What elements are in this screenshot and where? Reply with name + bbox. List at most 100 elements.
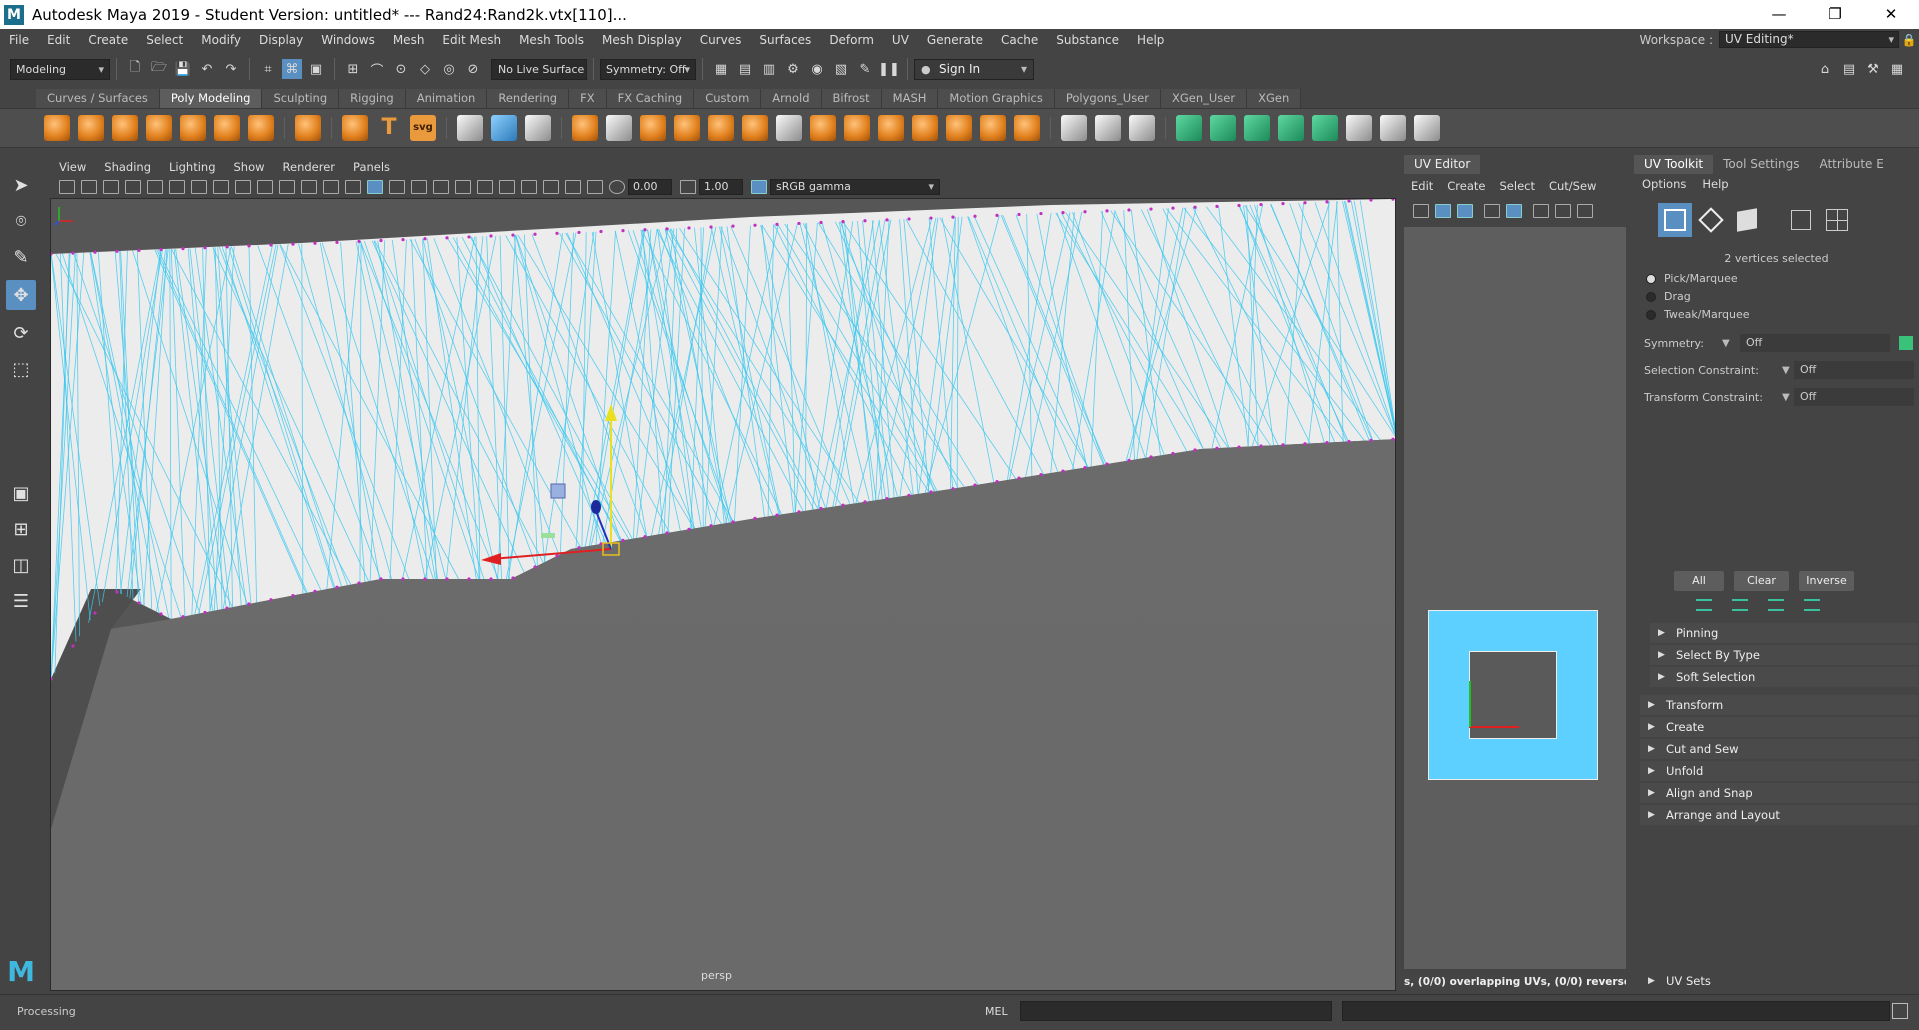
uv-image-icon[interactable] (1577, 204, 1593, 218)
quadrangulate-icon[interactable] (1014, 115, 1040, 141)
light-editor-icon[interactable]: ✎ (855, 59, 875, 79)
shelf-tab-poly-modeling[interactable]: Poly Modeling (159, 89, 263, 108)
uv-shaded-icon[interactable] (1435, 204, 1451, 218)
symmetry-grid-icon[interactable] (1899, 336, 1913, 350)
scale-tool-icon[interactable]: ⬚ (6, 354, 36, 384)
extrude-icon[interactable] (810, 115, 836, 141)
convert-to-edge-icon[interactable] (1696, 599, 1712, 611)
render-setup-icon[interactable]: ▧ (831, 59, 851, 79)
shelf-tab-sculpting[interactable]: Sculpting (262, 89, 340, 108)
smooth-shade-icon[interactable] (367, 180, 383, 194)
hypershade-icon[interactable]: ◉ (807, 59, 827, 79)
symmetry-value[interactable]: Off (1740, 334, 1890, 352)
redo-icon[interactable]: ↷ (221, 59, 241, 79)
spherical-mapping-icon[interactable] (1244, 115, 1270, 141)
fill-hole-icon[interactable] (878, 115, 904, 141)
menu-file[interactable]: File (0, 33, 38, 47)
viewport-menu-shading[interactable]: Shading (95, 160, 160, 174)
close-button[interactable]: ✕ (1863, 0, 1919, 29)
chevron-down-icon[interactable]: ▼ (1782, 365, 1790, 376)
convert-to-uv-icon[interactable] (1768, 599, 1784, 611)
section-create[interactable]: Create (1640, 717, 1918, 737)
uv-menu-create[interactable]: Create (1440, 179, 1492, 193)
triangulate-icon[interactable] (980, 115, 1006, 141)
offset-edge-loop-icon[interactable] (1129, 115, 1155, 141)
isolate-select-icon[interactable] (543, 180, 559, 194)
menu-modify[interactable]: Modify (192, 33, 250, 47)
menu-cache[interactable]: Cache (992, 33, 1047, 47)
convert-to-shell-icon[interactable] (1804, 599, 1820, 611)
section-transform[interactable]: Transform (1640, 695, 1918, 715)
section-align-and-snap[interactable]: Align and Snap (1640, 783, 1918, 803)
xray-joints-icon[interactable] (587, 180, 603, 194)
tool-settings-icon[interactable]: ⚒ (1863, 59, 1883, 79)
channel-box-icon[interactable]: ▦ (1887, 59, 1907, 79)
wireframe-on-shaded-icon[interactable] (389, 180, 405, 194)
color-management-icon[interactable] (751, 180, 767, 194)
separate-icon[interactable] (606, 115, 632, 141)
shelf-tab-arnold[interactable]: Arnold (761, 89, 822, 108)
render-view-icon[interactable]: ▦ (711, 59, 731, 79)
rotate-tool-icon[interactable]: ⟳ (6, 318, 36, 348)
render-frame-icon[interactable]: ▤ (735, 59, 755, 79)
radio-tweak-marquee[interactable]: Tweak/Marquee (1646, 308, 1750, 321)
radio-dot[interactable] (1646, 273, 1656, 284)
viewport-menu-show[interactable]: Show (225, 160, 274, 174)
smooth-icon[interactable] (640, 115, 666, 141)
boolean-icon[interactable] (674, 115, 700, 141)
uv-shell[interactable] (1428, 610, 1598, 780)
field-chart-icon[interactable] (279, 180, 295, 194)
uv-menu-cut-sew[interactable]: Cut/Sew (1542, 179, 1603, 193)
radio-pick-marquee[interactable]: Pick/Marquee (1646, 272, 1738, 285)
uv-unfold-icon[interactable] (1380, 115, 1406, 141)
poly-cylinder-icon[interactable] (112, 115, 138, 141)
two-pane-layout-icon[interactable]: ◫ (6, 550, 36, 580)
menu-surfaces[interactable]: Surfaces (750, 33, 820, 47)
command-line-input[interactable] (1020, 1001, 1332, 1021)
uv-menu-select[interactable]: Select (1493, 179, 1542, 193)
section-pinning[interactable]: Pinning (1650, 623, 1918, 643)
convert-to-face-icon[interactable] (1732, 599, 1748, 611)
minimize-button[interactable]: — (1751, 0, 1807, 29)
viewport-menu-panels[interactable]: Panels (344, 160, 399, 174)
shelf-tab-fx[interactable]: FX (569, 89, 607, 108)
safe-title-icon[interactable] (323, 180, 339, 194)
menu-display[interactable]: Display (250, 33, 312, 47)
tab-attribute-editor[interactable]: Attribute E (1809, 155, 1893, 174)
lasso-tool-icon[interactable]: ⌾ (6, 206, 36, 236)
poly-torus-icon[interactable] (180, 115, 206, 141)
platonic-solid-icon[interactable] (295, 115, 321, 141)
shelf-tab-mash[interactable]: MASH (881, 89, 939, 108)
section-unfold[interactable]: Unfold (1640, 761, 1918, 781)
vertex-mode-icon[interactable] (1658, 203, 1692, 237)
snap-view-plane-icon[interactable]: ◇ (415, 59, 435, 79)
insert-edge-loop-icon[interactable] (1095, 115, 1121, 141)
menu-mesh-display[interactable]: Mesh Display (593, 33, 691, 47)
viewport-menu-view[interactable]: View (50, 160, 95, 174)
select-object-icon[interactable]: ⌘ (282, 59, 302, 79)
menu-generate[interactable]: Generate (918, 33, 992, 47)
chevron-down-icon[interactable]: ▼ (1722, 338, 1730, 349)
open-scene-icon[interactable]: 🗁 (149, 59, 169, 79)
anti-aliasing-icon[interactable] (521, 180, 537, 194)
film-gate-icon[interactable] (213, 180, 229, 194)
gamma-icon[interactable] (680, 180, 696, 194)
planar-mapping-icon[interactable] (1176, 115, 1202, 141)
extract-icon[interactable] (708, 115, 734, 141)
shelf-tab-xgen[interactable]: XGen (1247, 89, 1302, 108)
ambient-occlusion-icon[interactable] (477, 180, 493, 194)
camera-based-mapping-icon[interactable] (1312, 115, 1338, 141)
poly-cube-icon[interactable] (78, 115, 104, 141)
camera-attributes-icon[interactable] (81, 180, 97, 194)
snap-point-icon[interactable]: ⊙ (391, 59, 411, 79)
image-plane-icon[interactable] (125, 180, 141, 194)
modeling-toolkit-icon[interactable]: ⌂ (1815, 59, 1835, 79)
ipr-render-icon[interactable]: ▥ (759, 59, 779, 79)
select-all-button[interactable]: All (1674, 571, 1724, 591)
menu-help[interactable]: Help (1128, 33, 1173, 47)
resolution-gate-icon[interactable] (235, 180, 251, 194)
poly-sphere-icon[interactable] (44, 115, 70, 141)
section-uv-sets[interactable]: UV Sets (1640, 971, 1918, 991)
uv-cut-icon[interactable] (1414, 115, 1440, 141)
textured-icon[interactable] (411, 180, 427, 194)
